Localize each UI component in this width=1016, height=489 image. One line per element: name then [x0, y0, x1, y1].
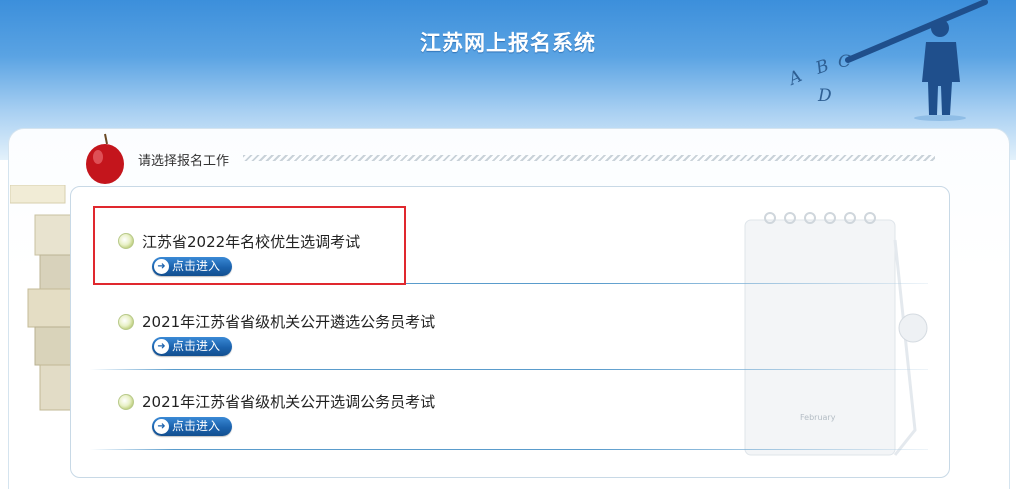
exam-list-item	[70, 374, 948, 450]
svg-text:A: A	[784, 66, 805, 90]
abc-pointer-figure-illustration: A B C D	[784, 0, 988, 121]
exam-list-item	[70, 294, 948, 370]
item-divider	[90, 369, 928, 370]
apple-icon	[86, 133, 124, 184]
exam-title[interactable]: 2021年江苏省省级机关公开选调公务员考试	[142, 391, 435, 412]
svg-text:D: D	[817, 86, 832, 106]
enter-button[interactable]: ➜ 点击进入	[152, 337, 232, 356]
highlight-box	[93, 206, 406, 285]
enter-button-label: 点击进入	[172, 339, 221, 353]
dashed-divider	[243, 155, 935, 161]
item-divider	[90, 449, 928, 450]
exam-title[interactable]: 2021年江苏省省级机关公开遴选公务员考试	[142, 311, 435, 332]
enter-button[interactable]: ➜ 点击进入	[152, 417, 232, 436]
section-label: 请选择报名工作	[138, 154, 230, 169]
arrow-right-icon: ➜	[154, 339, 169, 354]
enter-button-label: 点击进入	[172, 419, 221, 433]
svg-text:B: B	[812, 56, 831, 79]
bullet-icon	[118, 394, 134, 410]
arrow-right-icon: ➜	[154, 419, 169, 434]
bullet-icon	[118, 314, 134, 330]
